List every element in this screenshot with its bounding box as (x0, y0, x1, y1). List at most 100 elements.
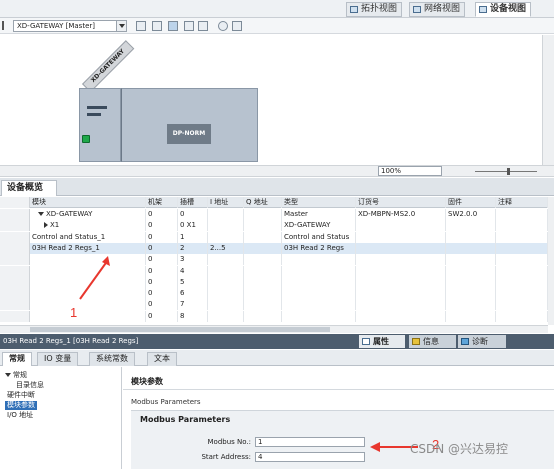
canvas-scrollbar[interactable] (542, 35, 554, 165)
table-cell[interactable] (446, 276, 496, 288)
table-cell[interactable]: 0 (146, 288, 178, 300)
table-cell[interactable] (208, 265, 244, 277)
properties-icon[interactable] (136, 21, 146, 31)
column-header[interactable]: I 地址 (208, 197, 244, 208)
table-row[interactable]: X1 0 0 X1 XD-GATEWAY (0, 220, 548, 232)
table-cell[interactable] (356, 220, 446, 232)
layout-icon[interactable] (198, 21, 208, 31)
device-select[interactable]: XD-GATEWAY [Master] (13, 20, 127, 32)
table-cell[interactable]: 0 (146, 254, 178, 266)
table-cell[interactable]: Control and Status (282, 231, 356, 243)
table-cell[interactable] (356, 254, 446, 266)
table-cell[interactable] (496, 299, 548, 311)
chevron-down-icon[interactable] (38, 212, 44, 216)
table-cell[interactable] (208, 254, 244, 266)
table-cell[interactable] (208, 220, 244, 232)
dp-norm-port[interactable]: DP-NORM (167, 124, 211, 144)
table-cell[interactable] (208, 299, 244, 311)
table-cell[interactable] (282, 254, 356, 266)
table-cell[interactable] (244, 220, 282, 232)
table-cell[interactable] (356, 276, 446, 288)
grid-icon[interactable] (184, 21, 194, 31)
tab-topology-view[interactable]: 拓扑视图 (346, 2, 403, 17)
table-cell[interactable]: 7 (178, 299, 208, 311)
table-cell[interactable] (446, 220, 496, 232)
table-cell[interactable]: 4 (178, 265, 208, 277)
toggle-icon[interactable] (2, 21, 10, 30)
table-cell[interactable] (244, 254, 282, 266)
column-header[interactable]: 注释 (496, 197, 548, 208)
table-cell[interactable] (208, 276, 244, 288)
tab-text[interactable]: 文本 (147, 352, 177, 366)
table-cell[interactable] (496, 220, 548, 232)
table-cell[interactable] (446, 299, 496, 311)
chevron-right-icon[interactable] (44, 222, 48, 229)
fit-icon[interactable] (232, 21, 242, 31)
table-cell[interactable] (208, 310, 244, 322)
start-address-input[interactable]: 4 (255, 452, 365, 462)
table-cell[interactable]: 0 (146, 310, 178, 322)
table-cell[interactable]: 0 (146, 220, 178, 232)
table-cell[interactable] (496, 231, 548, 243)
zoom-icon[interactable] (218, 21, 228, 31)
table-cell[interactable]: 1 (178, 231, 208, 243)
gateway-device[interactable] (79, 88, 121, 162)
column-header[interactable]: 模块 (30, 197, 146, 208)
table-cell[interactable] (356, 288, 446, 300)
table-cell[interactable] (496, 276, 548, 288)
table-cell[interactable] (446, 231, 496, 243)
table-cell[interactable] (282, 310, 356, 322)
table-cell[interactable] (208, 288, 244, 300)
table-cell[interactable]: 0 (146, 265, 178, 277)
table-cell[interactable] (244, 209, 282, 220)
modbus-no-input[interactable]: 1 (255, 437, 365, 447)
table-cell[interactable]: 5 (178, 276, 208, 288)
tab-io-variables[interactable]: IO 变量 (37, 352, 79, 366)
column-header[interactable]: Q 地址 (244, 197, 282, 208)
table-cell[interactable]: 0 (146, 299, 178, 311)
table-cell[interactable] (244, 242, 282, 254)
zoom-select[interactable]: 100% (378, 166, 442, 176)
table-cell[interactable]: 0 (146, 276, 178, 288)
table-cell[interactable] (356, 231, 446, 243)
column-header[interactable]: 机架 (146, 197, 178, 208)
table-cell[interactable]: SW2.0.0 (446, 209, 496, 220)
table-cell[interactable] (496, 265, 548, 277)
table-cell[interactable]: 0 X1 (178, 220, 208, 232)
table-cell[interactable]: 0 (146, 242, 178, 254)
table-cell[interactable]: 2 (178, 242, 208, 254)
table-cell[interactable] (282, 288, 356, 300)
tab-general[interactable]: 常规 (2, 352, 32, 366)
table-cell[interactable] (446, 242, 496, 254)
tab-device-view[interactable]: 设备视图 (475, 2, 532, 17)
nav-item-hardware-interrupt[interactable]: 硬件中断 (7, 391, 35, 400)
table-cell[interactable] (244, 231, 282, 243)
table-cell[interactable] (446, 254, 496, 266)
tab-properties[interactable]: 属性 (359, 335, 405, 348)
tab-info[interactable]: 信息 (409, 335, 456, 348)
table-cell[interactable] (244, 299, 282, 311)
table-row[interactable]: Control and Status_1 0 1 Control and Status (0, 231, 548, 243)
table-cell[interactable] (244, 288, 282, 300)
zoom-slider[interactable] (475, 168, 537, 175)
table-cell[interactable] (208, 209, 244, 220)
table-cell[interactable] (244, 265, 282, 277)
table-cell[interactable] (496, 242, 548, 254)
table-cell[interactable] (356, 310, 446, 322)
table-scrollbar[interactable] (548, 197, 554, 325)
table-hscrollbar[interactable] (0, 325, 548, 333)
table-cell[interactable] (282, 265, 356, 277)
table-cell[interactable]: 8 (178, 310, 208, 322)
tab-device-overview[interactable]: 设备概览 (1, 180, 57, 196)
table-cell[interactable] (244, 310, 282, 322)
tab-diagnostics[interactable]: 诊断 (458, 335, 506, 348)
table-cell[interactable] (356, 265, 446, 277)
nav-item-catalog-info[interactable]: 目录信息 (16, 381, 44, 390)
column-header[interactable]: 类型 (282, 197, 356, 208)
table-cell[interactable] (496, 209, 548, 220)
table-cell[interactable]: X1 (30, 220, 146, 232)
table-cell[interactable]: 03H Read 2 Regs_1 (30, 242, 146, 254)
table-cell[interactable]: 6 (178, 288, 208, 300)
table-cell[interactable]: 3 (178, 254, 208, 266)
table-cell[interactable] (282, 299, 356, 311)
